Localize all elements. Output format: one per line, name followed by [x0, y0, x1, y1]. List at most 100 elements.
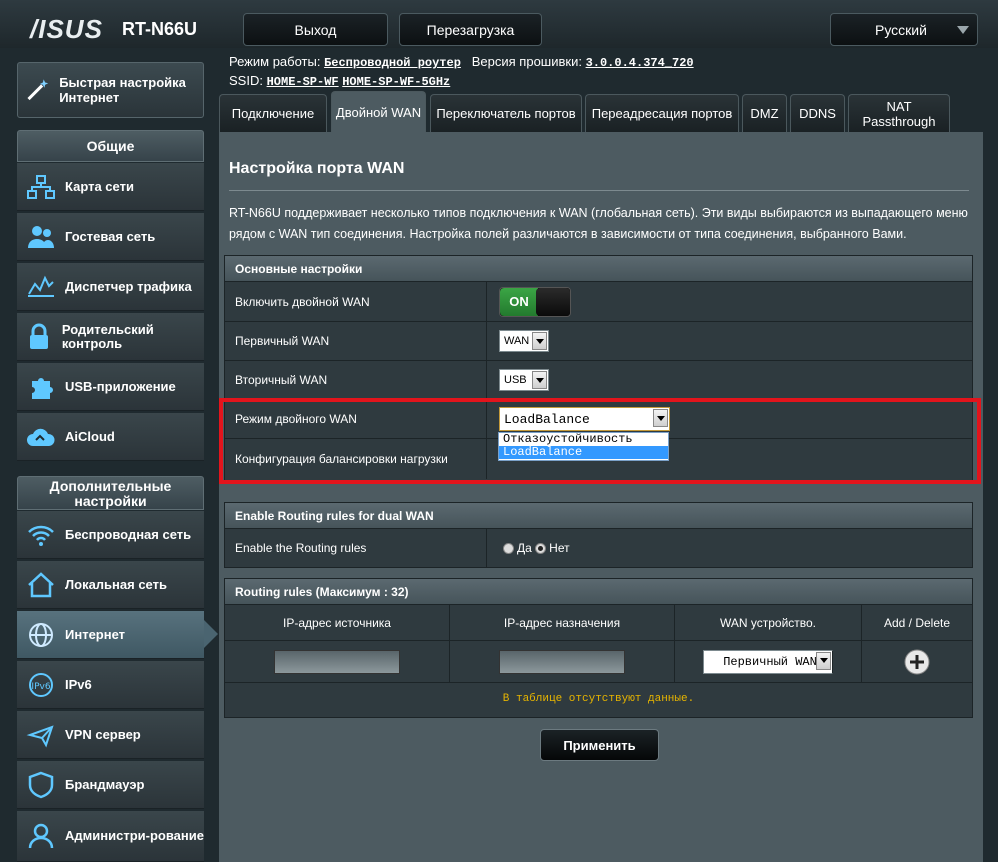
sidebar-item-wireless[interactable]: Беспроводная сеть	[17, 511, 204, 559]
language-label: Русский	[875, 21, 927, 38]
general-section-title: Общие	[17, 130, 204, 162]
apply-button[interactable]: Применить	[540, 729, 659, 761]
sidebar-item-aicloud[interactable]: AiCloud	[17, 413, 204, 461]
rules-input-row: Первичный WAN	[225, 641, 972, 683]
svg-text:IPv6: IPv6	[31, 682, 50, 692]
sidebar-item-usb-app[interactable]: USB-приложение	[17, 363, 204, 411]
routing-rules-table: Routing rules (Максимум : 32) IP-адрес и…	[224, 578, 973, 718]
quick-setup-label: Быстрая настройка Интернет	[59, 75, 186, 105]
active-pointer	[204, 620, 218, 648]
model-name: RT-N66U	[122, 19, 198, 39]
vpn-icon	[23, 720, 59, 750]
shield-icon	[23, 770, 59, 800]
wifi-icon	[23, 520, 59, 550]
routing-enable-header: Enable Routing rules for dual WAN	[225, 503, 972, 529]
ipv6-icon: IPv6	[23, 670, 59, 700]
mode-label: Режим работы:	[229, 54, 321, 69]
sidebar-item-lan[interactable]: Локальная сеть	[17, 561, 204, 609]
tab-dual-wan[interactable]: Двойной WAN	[331, 91, 426, 132]
admin-user-icon	[23, 821, 59, 851]
home-icon	[23, 570, 59, 600]
sidebar-item-ipv6[interactable]: IPv6 IPv6	[17, 661, 204, 709]
lock-icon	[23, 322, 56, 352]
toggle-knob	[536, 287, 570, 316]
secondary-wan-row: Вторичный WAN USB	[225, 361, 972, 400]
primary-wan-value: WAN	[504, 335, 530, 347]
primary-wan-select[interactable]: WAN	[499, 330, 549, 352]
page-description: RT-N66U поддерживает несколько типов под…	[229, 206, 968, 241]
ssid-link-1[interactable]: HOME-SP-WF	[267, 75, 339, 89]
sidebar-item-label: Карта сети	[65, 178, 134, 194]
empty-table-message: В таблице отсутствуют данные.	[502, 693, 695, 705]
sidebar-item-firewall[interactable]: Брандмауэр	[17, 761, 204, 809]
reboot-button[interactable]: Перезагрузка	[399, 13, 542, 46]
radio-yes-label: Да	[517, 541, 532, 555]
highlight-box	[219, 398, 981, 484]
basic-settings-header: Основные настройки	[225, 256, 972, 282]
ssid-link-2[interactable]: HOME-SP-WF-5GHz	[342, 75, 450, 89]
add-rule-icon[interactable]	[904, 649, 930, 675]
firmware-label: Версия прошивки:	[471, 54, 582, 69]
asus-logo: /ISUS	[30, 14, 103, 44]
logout-button[interactable]: Выход	[243, 13, 388, 46]
advanced-section-title: Дополнительные настройки	[17, 476, 204, 510]
magic-wand-icon	[27, 79, 49, 101]
secondary-wan-select[interactable]: USB	[499, 369, 549, 391]
wan-device-value: Первичный WAN	[723, 654, 817, 669]
sidebar-item-label: Гостевая сеть	[65, 228, 156, 244]
tab-port-switch[interactable]: Переключатель портов	[430, 94, 582, 132]
enable-dual-wan-label: Включить двойной WAN	[225, 282, 487, 321]
primary-wan-label: Первичный WAN	[225, 322, 487, 360]
chevron-down-icon	[532, 332, 547, 350]
toggle-on-label: ON	[500, 287, 538, 316]
sidebar-item-network-map[interactable]: Карта сети	[17, 163, 204, 211]
sidebar-item-vpn[interactable]: VPN сервер	[17, 711, 204, 759]
radio-no[interactable]	[535, 542, 547, 554]
tab-nat-passthrough[interactable]: NAT Passthrough	[848, 94, 950, 132]
sidebar-item-label: Брандмауэр	[65, 776, 145, 792]
dest-ip-input[interactable]	[499, 649, 625, 674]
col-add-delete: Add / Delete	[883, 615, 951, 630]
sidebar-item-admin[interactable]: Администри-рование	[17, 811, 204, 862]
sidebar-item-traffic-manager[interactable]: Диспетчер трафика	[17, 263, 204, 311]
col-dest-ip: IP-адрес назначения	[450, 605, 675, 640]
sidebar-item-label: USB-приложение	[65, 378, 176, 394]
ssid-label: SSID:	[229, 73, 263, 88]
sidebar-item-label: Родительский контроль	[61, 321, 154, 351]
quick-setup-button[interactable]: Быстрая настройка Интернет	[17, 62, 204, 118]
sidebar-item-internet[interactable]: Интернет	[17, 611, 204, 659]
tab-ddns[interactable]: DDNS	[790, 94, 845, 132]
network-map-icon	[23, 172, 59, 202]
mode-link[interactable]: Беспроводной роутер	[324, 56, 461, 70]
secondary-wan-label: Вторичный WAN	[225, 361, 487, 399]
language-select[interactable]: Русский	[830, 13, 978, 46]
tab-connection[interactable]: Подключение	[219, 94, 327, 132]
chevron-down-icon	[532, 371, 547, 389]
col-source-ip: IP-адрес источника	[225, 605, 450, 640]
title-divider	[229, 190, 969, 191]
firmware-link[interactable]: 3.0.0.4.374_720	[586, 56, 694, 70]
routing-rules-header: Routing rules (Максимум : 32)	[225, 579, 972, 605]
sidebar-item-label: IPv6	[65, 676, 92, 692]
sidebar-item-parental-control[interactable]: Родительский контроль	[17, 313, 204, 361]
globe-icon	[23, 620, 59, 650]
sidebar-item-label: Администри-рование	[65, 828, 204, 843]
routing-enable-table: Enable Routing rules for dual WAN Enable…	[224, 502, 973, 568]
sidebar-item-label: Интернет	[65, 626, 126, 642]
sidebar-item-label: AiCloud	[65, 428, 115, 444]
chevron-down-icon	[957, 26, 969, 34]
secondary-wan-value: USB	[504, 374, 527, 386]
tab-dmz[interactable]: DMZ	[742, 94, 787, 132]
mode-info: Режим работы: Беспроводной роутер Версия…	[229, 54, 694, 70]
sidebar-item-label: Локальная сеть	[65, 576, 167, 592]
sidebar-item-label: VPN сервер	[65, 726, 141, 742]
sidebar-item-guest-network[interactable]: Гостевая сеть	[17, 213, 204, 261]
source-ip-input[interactable]	[274, 649, 400, 674]
wan-device-select[interactable]: Первичный WAN	[703, 649, 833, 674]
tab-port-forwarding[interactable]: Переадресация портов	[585, 94, 739, 132]
dual-wan-toggle[interactable]: ON	[499, 286, 571, 317]
radio-yes[interactable]	[503, 542, 514, 554]
col-wan-device: WAN устройство.	[675, 605, 862, 640]
cloud-icon	[23, 422, 59, 452]
page-title: Настройка порта WAN	[229, 160, 405, 177]
